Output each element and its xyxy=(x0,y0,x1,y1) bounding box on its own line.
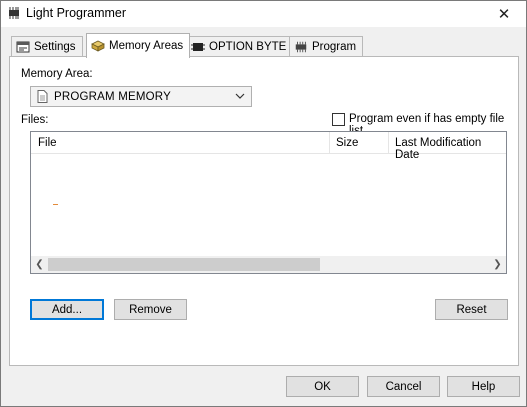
files-label: Files: xyxy=(21,114,49,126)
help-button-label: Help xyxy=(471,380,496,393)
tab-program-label: Program xyxy=(312,41,357,53)
window-title: Light Programmer xyxy=(26,6,127,20)
files-list-header: File Size Last Modification Date xyxy=(31,132,506,161)
column-header-size[interactable]: Size xyxy=(336,137,358,149)
scroll-right-button[interactable]: ❯ xyxy=(489,256,506,273)
program-chip-icon xyxy=(295,41,307,53)
tab-settings[interactable]: Settings xyxy=(11,36,83,57)
help-button[interactable]: Help xyxy=(447,376,520,397)
tab-memory-areas[interactable]: Memory Areas xyxy=(86,33,191,58)
document-icon xyxy=(37,90,48,103)
ok-button-label: OK xyxy=(314,380,331,393)
tab-program[interactable]: Program xyxy=(289,36,364,57)
add-button[interactable]: Add... xyxy=(30,299,104,320)
chevron-left-icon: ❮ xyxy=(35,259,44,270)
tab-option-byte-label: OPTION BYTE xyxy=(209,41,287,53)
reset-button[interactable]: Reset xyxy=(435,299,508,320)
chip-icon xyxy=(9,7,19,19)
ok-button[interactable]: OK xyxy=(286,376,359,397)
scrollbar-thumb[interactable] xyxy=(48,258,320,271)
reset-button-label: Reset xyxy=(456,303,487,316)
settings-icon xyxy=(16,41,30,53)
files-list[interactable]: File Size Last Modification Date ❮ ❯ xyxy=(30,131,507,274)
tab-option-byte[interactable]: OPTION BYTE xyxy=(186,36,294,57)
remove-button-label: Remove xyxy=(129,303,172,316)
scroll-left-button[interactable]: ❮ xyxy=(31,256,48,273)
column-divider[interactable] xyxy=(329,132,330,154)
cancel-button-label: Cancel xyxy=(385,380,422,393)
option-byte-icon xyxy=(191,43,205,51)
light-programmer-window: Light Programmer ✕ Settings Memory Areas xyxy=(0,0,527,407)
cancel-button[interactable]: Cancel xyxy=(367,376,440,397)
tab-settings-label: Settings xyxy=(34,41,76,53)
memory-areas-icon xyxy=(91,40,105,52)
memory-area-select[interactable]: PROGRAM MEMORY xyxy=(30,86,252,107)
horizontal-scrollbar[interactable]: ❮ ❯ xyxy=(31,256,506,273)
chevron-down-icon xyxy=(235,93,245,99)
remove-button[interactable]: Remove xyxy=(114,299,187,320)
column-divider[interactable] xyxy=(388,132,389,154)
empty-list-checkbox[interactable] xyxy=(332,113,345,126)
add-button-label: Add... xyxy=(51,303,83,316)
chevron-right-icon: ❯ xyxy=(493,259,502,270)
stray-mark xyxy=(53,204,58,205)
title-bar: Light Programmer ✕ xyxy=(1,1,526,27)
memory-area-value: PROGRAM MEMORY xyxy=(54,90,171,103)
memory-areas-panel: Memory Area: PROGRAM MEMORY Files: Progr… xyxy=(9,56,519,366)
close-button[interactable]: ✕ xyxy=(482,1,526,27)
close-icon: ✕ xyxy=(497,6,511,23)
column-header-file[interactable]: File xyxy=(38,137,57,149)
tab-memory-areas-label: Memory Areas xyxy=(109,40,184,52)
memory-area-label: Memory Area: xyxy=(21,68,93,80)
column-header-last-modification-date[interactable]: Last Modification Date xyxy=(395,137,506,161)
